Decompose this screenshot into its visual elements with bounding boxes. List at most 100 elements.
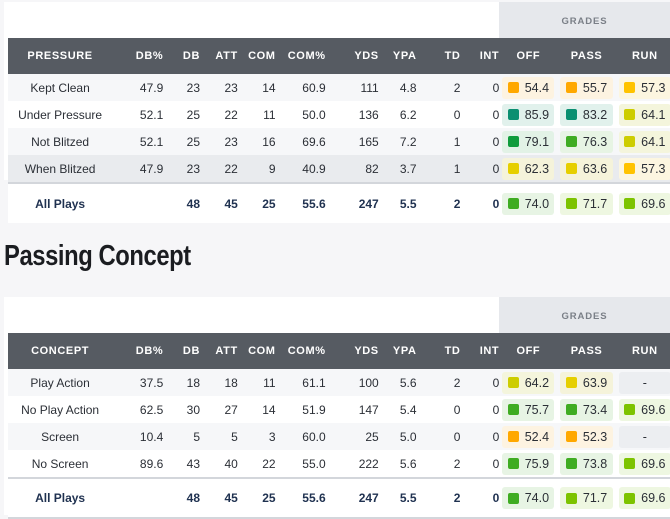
cell-grade-pass: 63.6: [557, 155, 615, 183]
cell-db-pct: 52.1: [139, 134, 164, 149]
cell-td: 2: [453, 196, 461, 211]
column-header-off[interactable]: OFF: [499, 333, 557, 369]
grade-badge-off[interactable]: 79.1: [502, 130, 555, 153]
grade-badge-run[interactable]: 57.3: [618, 76, 670, 99]
grade-color-swatch-icon: [565, 198, 577, 209]
concept-table: CONCEPT DB% DB ATT COM COM% YDS YPA TD I…: [8, 333, 670, 519]
column-header-ypa[interactable]: YPA: [379, 333, 417, 369]
column-header-pass[interactable]: PASS: [557, 38, 615, 74]
grade-badge-off[interactable]: 54.4: [502, 76, 555, 99]
grade-badge-pass[interactable]: 63.9: [560, 371, 613, 394]
column-header-run[interactable]: RUN: [616, 333, 670, 369]
grade-badge-pass[interactable]: 71.7: [560, 487, 613, 509]
grade-color-swatch-icon: [507, 198, 519, 209]
cell-ypa: 5.0: [399, 429, 417, 444]
column-header-off[interactable]: OFF: [499, 38, 557, 74]
cell-com: 22: [262, 456, 276, 471]
cell-grade-run: 69.6: [616, 183, 670, 223]
column-header-td[interactable]: TD: [417, 333, 461, 369]
grade-badge-run[interactable]: -: [618, 371, 670, 394]
grade-badge-run[interactable]: 69.6: [618, 487, 670, 509]
cell-yds: 100: [358, 375, 379, 390]
grade-badge-off[interactable]: 75.9: [502, 452, 555, 475]
column-header-pressure[interactable]: PRESSURE: [8, 38, 112, 74]
grade-badge-pass[interactable]: 52.3: [560, 425, 613, 448]
column-header-yds[interactable]: YDS: [326, 38, 379, 74]
grade-badge-off[interactable]: 75.7: [502, 398, 555, 421]
cell-td: 2: [453, 491, 461, 505]
grade-color-swatch-icon: [507, 404, 519, 415]
cell-int: 0: [492, 80, 500, 95]
cell-yds: 222: [358, 456, 379, 471]
column-header-run[interactable]: RUN: [616, 38, 670, 74]
grade-badge-run[interactable]: -: [618, 425, 670, 448]
column-header-att[interactable]: ATT: [200, 38, 238, 74]
grade-badge-run[interactable]: 57.3: [618, 157, 670, 180]
grade-color-swatch-icon: [565, 136, 577, 147]
grade-badge-off[interactable]: 52.4: [502, 425, 555, 448]
row-label: Under Pressure: [18, 107, 103, 122]
grade-value: -: [642, 429, 647, 444]
column-header-concept[interactable]: CONCEPT: [8, 333, 112, 369]
cell-yds: 25: [365, 429, 379, 444]
grade-color-swatch-icon: [624, 136, 636, 147]
column-header-db[interactable]: DB: [163, 333, 200, 369]
grade-value: 62.3: [524, 161, 550, 176]
column-header-yds[interactable]: YDS: [326, 333, 379, 369]
cell-grade-pass: 71.7: [557, 183, 615, 223]
grade-badge-run[interactable]: 64.1: [618, 130, 670, 153]
grade-color-swatch-icon: [565, 404, 577, 415]
table-row: Screen 10.4 5 5 3 60.0 25 5.0 0 0 52.4 52.3 -: [8, 423, 670, 450]
grade-badge-off[interactable]: 74.0: [502, 487, 555, 509]
row-label: All Plays: [35, 491, 86, 505]
column-header-com-pct[interactable]: COM%: [276, 38, 326, 74]
grade-badge-off[interactable]: 74.0: [502, 192, 555, 215]
column-header-db-pct[interactable]: DB%: [112, 38, 163, 74]
column-header-ypa[interactable]: YPA: [379, 38, 417, 74]
cell-db: 48: [186, 196, 201, 211]
row-label: Screen: [41, 429, 80, 444]
grade-badge-pass[interactable]: 73.4: [560, 398, 613, 421]
grade-badge-pass[interactable]: 73.8: [560, 452, 613, 475]
grade-badge-pass[interactable]: 76.3: [560, 130, 613, 153]
grade-badge-run[interactable]: 64.1: [618, 103, 670, 126]
cell-int: 0: [492, 402, 500, 417]
grade-badge-pass[interactable]: 71.7: [560, 192, 613, 215]
cell-grade-pass: 52.3: [557, 423, 615, 450]
column-header-com[interactable]: COM: [238, 333, 276, 369]
cell-com: 11: [263, 107, 276, 122]
grade-badge-off[interactable]: 85.9: [502, 103, 555, 126]
grade-badge-run[interactable]: 69.6: [618, 192, 670, 215]
column-header-pass[interactable]: PASS: [557, 333, 615, 369]
column-header-db-pct[interactable]: DB%: [112, 333, 163, 369]
column-header-db[interactable]: DB: [163, 38, 200, 74]
column-header-int[interactable]: INT: [460, 333, 499, 369]
grade-value: 71.7: [582, 196, 608, 211]
pressure-table: PRESSURE DB% DB ATT COM COM% YDS YPA TD …: [8, 38, 670, 223]
column-header-com[interactable]: COM: [238, 38, 276, 74]
grade-value: 63.6: [582, 161, 608, 176]
grade-badge-run[interactable]: 69.6: [618, 452, 670, 475]
cell-int: 0: [492, 107, 500, 122]
table-row: Play Action 37.5 18 18 11 61.1 100 5.6 2 0 64.2 63.…: [8, 369, 670, 396]
column-header-td[interactable]: TD: [417, 38, 461, 74]
cell-int: 0: [492, 134, 500, 149]
column-header-att[interactable]: ATT: [200, 333, 238, 369]
grade-badge-off[interactable]: 62.3: [502, 157, 555, 180]
grade-badge-pass[interactable]: 55.7: [560, 76, 613, 99]
row-label: No Play Action: [21, 402, 100, 417]
grade-badge-pass[interactable]: 83.2: [560, 103, 613, 126]
cell-db-pct: [112, 478, 163, 518]
grade-badge-run[interactable]: 69.6: [618, 398, 670, 421]
grade-badge-off[interactable]: 64.2: [502, 371, 555, 394]
cell-com-pct: 61.1: [302, 375, 326, 390]
grade-value: 74.0: [524, 196, 550, 211]
cell-grade-run: 64.1: [616, 101, 670, 128]
cell-grade-off: 85.9: [499, 101, 557, 128]
cell-com: 16: [262, 134, 276, 149]
column-header-int[interactable]: INT: [460, 38, 499, 74]
grade-badge-pass[interactable]: 63.6: [560, 157, 613, 180]
cell-db-pct: 37.5: [139, 375, 164, 390]
grade-color-swatch-icon: [507, 492, 519, 504]
column-header-com-pct[interactable]: COM%: [276, 333, 326, 369]
